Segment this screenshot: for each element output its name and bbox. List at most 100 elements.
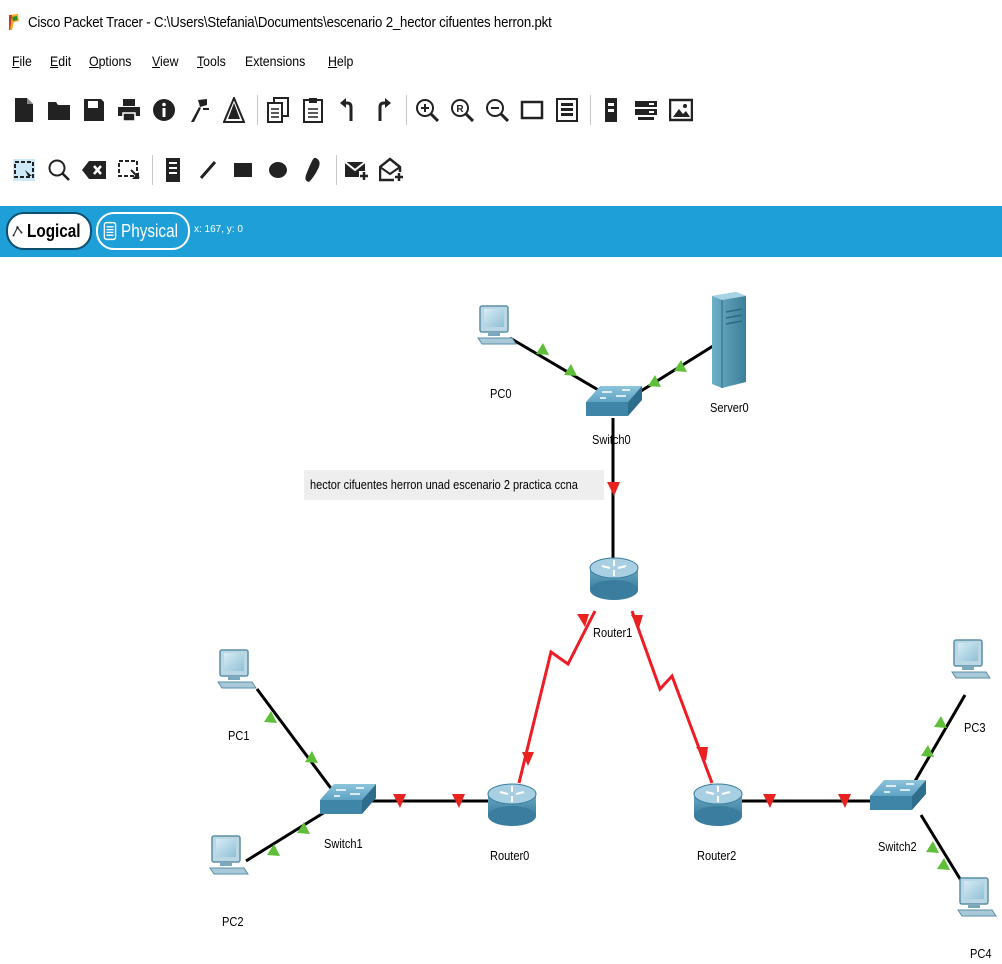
port-up-indicator xyxy=(934,716,947,728)
copy-button[interactable] xyxy=(264,96,292,124)
undo-button[interactable] xyxy=(334,96,362,124)
draw-line-button[interactable] xyxy=(194,156,222,184)
tab-physical[interactable]: Physical xyxy=(96,212,190,250)
link-pc1-switch1 xyxy=(255,688,335,792)
pc1-device[interactable] xyxy=(217,649,257,689)
activity-wizard-icon xyxy=(223,97,245,123)
pc0-device[interactable] xyxy=(477,305,517,345)
server-rack-icon xyxy=(635,101,657,120)
image-button[interactable] xyxy=(667,96,695,124)
select-icon xyxy=(13,159,35,181)
simple-pdu-icon xyxy=(344,161,369,181)
device-dialog-icon xyxy=(556,98,578,122)
line-icon xyxy=(199,161,217,179)
zoom-reset-icon: R xyxy=(451,99,474,122)
zoom-in-button[interactable] xyxy=(413,96,441,124)
pc4-device[interactable] xyxy=(957,877,997,917)
save-button[interactable] xyxy=(80,96,108,124)
switch0-device[interactable] xyxy=(586,386,642,416)
logical-workspace[interactable]: hector cifuentes herron unad escenario 2… xyxy=(0,258,1002,964)
resize-icon xyxy=(118,160,140,179)
menu-edit[interactable]: Edit xyxy=(50,53,71,69)
device-label-pc1: PC1 xyxy=(228,728,250,743)
toolbar-separator xyxy=(257,95,258,125)
server0-device[interactable] xyxy=(712,292,746,388)
menu-options[interactable]: Options xyxy=(89,53,131,69)
router2-device[interactable] xyxy=(693,783,743,826)
cursor-coordinates: x: 167, y: 0 xyxy=(194,224,243,235)
save-icon xyxy=(84,99,104,121)
device-label-router2: Router2 xyxy=(697,848,737,863)
cluster-button[interactable] xyxy=(632,96,660,124)
svg-text:R: R xyxy=(456,104,464,115)
switch1-device[interactable] xyxy=(320,784,376,814)
router1-device[interactable] xyxy=(589,557,639,600)
folder-icon xyxy=(48,102,70,120)
physical-rack-icon xyxy=(103,221,117,241)
rectangle-outline-icon xyxy=(520,100,544,120)
delete-button[interactable] xyxy=(80,156,108,184)
menu-view[interactable]: View xyxy=(152,53,178,69)
link-pc3-switch2 xyxy=(909,694,967,789)
new-file-button[interactable] xyxy=(10,96,38,124)
network-wizard-button[interactable] xyxy=(185,96,213,124)
place-note-button[interactable] xyxy=(159,156,187,184)
menu-extensions[interactable]: Extensions xyxy=(245,53,305,69)
main-toolbar: R xyxy=(0,88,1002,132)
activity-wizard-button[interactable] xyxy=(220,96,248,124)
info-icon xyxy=(153,99,175,121)
port-down-indicator xyxy=(607,482,620,496)
menu-file[interactable]: File xyxy=(12,53,32,69)
tab-logical[interactable]: Logical xyxy=(6,212,92,250)
device-label-switch2: Switch2 xyxy=(878,839,917,854)
add-simple-pdu-button[interactable] xyxy=(343,156,371,184)
router0-device[interactable] xyxy=(487,783,537,826)
viewport-button[interactable] xyxy=(597,96,625,124)
menu-help[interactable]: Help xyxy=(328,53,353,69)
print-button[interactable] xyxy=(115,96,143,124)
zoom-out-button[interactable] xyxy=(483,96,511,124)
device-label-switch1: Switch1 xyxy=(324,836,363,851)
viewport-icon xyxy=(605,98,617,122)
printer-icon xyxy=(118,99,140,122)
device-label-router1: Router1 xyxy=(593,625,633,640)
freeform-icon xyxy=(305,157,320,182)
info-button[interactable] xyxy=(150,96,178,124)
paste-button[interactable] xyxy=(299,96,327,124)
edit-toolbar xyxy=(0,148,1002,192)
device-label-pc4: PC4 xyxy=(970,946,992,961)
ellipse-icon xyxy=(269,162,287,178)
packet-tracer-logo-icon xyxy=(9,14,19,30)
workspace-note[interactable]: hector cifuentes herron unad escenario 2… xyxy=(304,470,604,500)
device-label-pc2: PC2 xyxy=(222,914,244,929)
zoom-reset-button[interactable]: R xyxy=(448,96,476,124)
rectangle-icon xyxy=(234,163,252,177)
copy-icon xyxy=(267,97,289,123)
draw-ellipse-button[interactable] xyxy=(264,156,292,184)
drawing-palette-button[interactable] xyxy=(518,96,546,124)
device-label-switch0: Switch0 xyxy=(592,432,631,447)
custom-devices-button[interactable] xyxy=(553,96,581,124)
tab-physical-label: Physical xyxy=(120,220,178,241)
resize-shape-button[interactable] xyxy=(115,156,143,184)
select-button[interactable] xyxy=(10,156,38,184)
redo-button[interactable] xyxy=(369,96,397,124)
draw-rectangle-button[interactable] xyxy=(229,156,257,184)
pc2-device[interactable] xyxy=(209,835,249,875)
delete-icon xyxy=(82,161,106,179)
paste-icon xyxy=(303,98,323,123)
device-label-pc0: PC0 xyxy=(490,386,512,401)
note-icon xyxy=(166,158,180,182)
toolbar-separator xyxy=(590,95,591,125)
pc3-device[interactable] xyxy=(951,639,991,679)
menu-tools[interactable]: Tools xyxy=(197,53,226,69)
toolbar-separator xyxy=(152,155,153,185)
open-button[interactable] xyxy=(45,96,73,124)
inspect-button[interactable] xyxy=(45,156,73,184)
magnifier-icon xyxy=(48,159,70,181)
draw-freeform-button[interactable] xyxy=(299,156,327,184)
add-complex-pdu-button[interactable] xyxy=(378,156,406,184)
wizard-icon xyxy=(191,99,209,122)
link-router1-router2 xyxy=(630,610,714,784)
switch2-device[interactable] xyxy=(870,780,926,810)
